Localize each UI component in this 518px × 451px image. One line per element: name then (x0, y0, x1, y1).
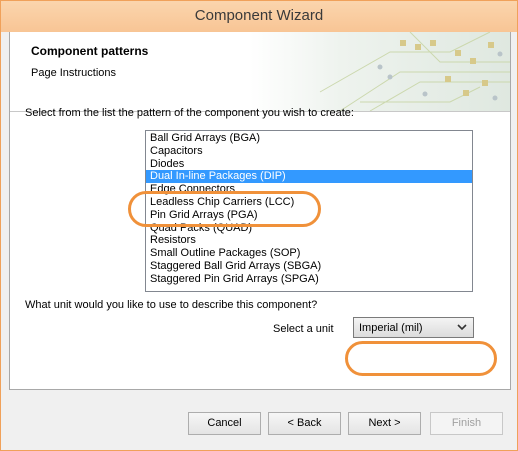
cancel-button[interactable]: Cancel (188, 412, 261, 435)
pattern-list-item[interactable]: Staggered Ball Grid Arrays (SBGA) (146, 260, 472, 273)
back-button-label: < Back (287, 417, 322, 429)
pattern-list: Ball Grid Arrays (BGA) Capacitors Diodes Du… (146, 131, 472, 286)
pattern-list-item[interactable]: Capacitors (146, 145, 472, 158)
pattern-list-item[interactable]: Edge Connectors (146, 183, 472, 196)
page-subtitle: Page Instructions (31, 67, 116, 79)
unit-select[interactable]: Imperial (mil) (353, 317, 474, 338)
pattern-list-item[interactable]: Resistors (146, 234, 472, 247)
cancel-button-label: Cancel (207, 417, 242, 429)
pattern-list-item[interactable]: Ball Grid Arrays (BGA) (146, 132, 472, 145)
pattern-listbox[interactable]: Ball Grid Arrays (BGA) Capacitors Diodes Du… (145, 130, 473, 292)
pattern-list-item[interactable]: Small Outline Packages (SOP) (146, 247, 472, 260)
pattern-list-item[interactable]: Leadless Chip Carriers (LCC) (146, 196, 472, 209)
pattern-list-item[interactable]: Dual In-line Packages (DIP) (146, 170, 472, 184)
unit-question: What unit would you like to use to descr… (25, 299, 318, 311)
next-button[interactable]: Next > (348, 412, 421, 435)
page-title: Component patterns (31, 44, 149, 58)
unit-label: Select a unit (273, 323, 334, 335)
page-header: Component patterns Page Instructions (10, 32, 510, 112)
pattern-list-item[interactable]: Quad Packs (QUAD) (146, 222, 472, 235)
pattern-list-item[interactable]: Pin Grid Arrays (PGA) (146, 209, 472, 222)
pattern-list-item[interactable]: Staggered Pin Grid Arrays (SPGA) (146, 273, 472, 286)
window-title: Component Wizard (194, 7, 324, 24)
wizard-window: Component Wizard Component patterns Page… (0, 0, 518, 451)
next-button-label: Next > (368, 417, 401, 429)
finish-button-label: Finish (451, 417, 482, 429)
pcb-banner-image (250, 32, 510, 111)
pattern-list-item[interactable]: Diodes (146, 158, 472, 171)
title-bar[interactable]: Component Wizard (1, 1, 517, 32)
finish-button[interactable]: Finish (430, 412, 503, 435)
back-button[interactable]: < Back (268, 412, 341, 435)
chevron-down-icon (457, 324, 467, 331)
unit-select-value: Imperial (mil) (359, 322, 423, 334)
pattern-prompt: Select from the list the pattern of the … (25, 107, 354, 119)
